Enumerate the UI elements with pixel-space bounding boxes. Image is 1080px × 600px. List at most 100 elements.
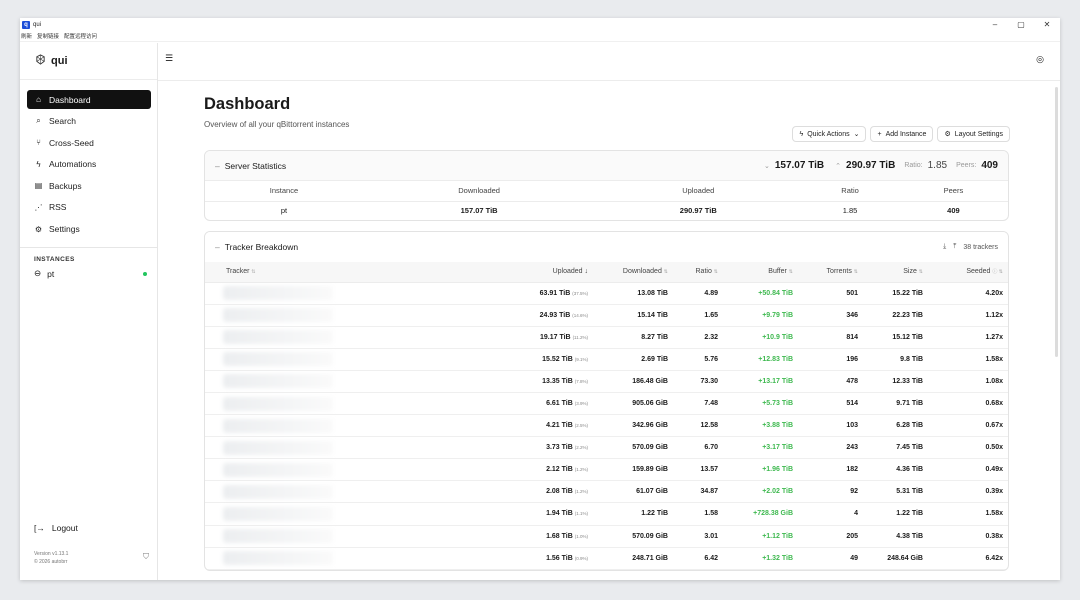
sidebar-item-search[interactable]: ⌕ Search: [27, 112, 151, 131]
menu-toggle-icon[interactable]: ☰: [165, 53, 173, 64]
ratio-label: Ratio:: [904, 162, 923, 169]
cell-uploaded: 1.68 TiB (1.0%): [505, 525, 595, 548]
total-ratio: 1.85: [927, 160, 948, 171]
brand[interactable]: qui: [20, 43, 157, 79]
column-header-buffer[interactable]: Buffer ⇅: [725, 262, 800, 283]
card-title: Server Statistics: [224, 160, 287, 171]
table-row[interactable]: 1.68 TiB (1.0%) 570.09 GiB 3.01 +1.12 TiB 20…: [205, 525, 1008, 548]
table-row[interactable]: 15.52 TiB (9.1%) 2.69 TiB 5.76 +12.83 TiB 19…: [205, 348, 1008, 371]
cell-buffer: +9.79 TiB: [725, 304, 800, 327]
column-header-uploaded[interactable]: Uploaded ↓: [505, 262, 595, 283]
tracker-name-redacted: [205, 282, 505, 305]
cell-seeded: 1.58x: [930, 348, 1008, 371]
column-header: Peers: [898, 181, 1008, 202]
cell-size: 4.38 TiB: [865, 525, 930, 548]
sidebar-item-rss[interactable]: ⋰ RSS: [27, 198, 151, 217]
logo-icon: [35, 54, 46, 68]
download-arrow-icon: ⌄: [763, 162, 770, 170]
cell-buffer: +5.73 TiB: [725, 392, 800, 416]
collapse-icon[interactable]: –: [215, 161, 220, 171]
logout-button[interactable]: [→ Logout: [34, 523, 78, 533]
app-window: q qui – ▢ ✕ 刷新 复制链接 配置远程访问 qui ⌂ Dashboa…: [20, 18, 1060, 580]
table-row[interactable]: 63.91 TiB (37.5%) 13.08 TiB 4.89 +50.84 TiB…: [205, 282, 1008, 305]
version-info: Version v1.13.1 © 2026 autobrr: [34, 550, 68, 566]
cell-torrents: 205: [800, 525, 865, 548]
server-statistics-card: – Server Statistics ⌄ 157.07 TiB ⌃ 290.9…: [204, 150, 1009, 221]
tracker-name-redacted: [205, 436, 505, 460]
theme-palette-icon[interactable]: ◎: [1036, 54, 1044, 65]
cell-buffer: +12.83 TiB: [725, 348, 800, 371]
column-header-torrents[interactable]: Torrents ⇅: [800, 262, 865, 283]
collapse-icon[interactable]: –: [215, 242, 220, 252]
maximize-button[interactable]: ▢: [1008, 18, 1034, 31]
column-header-seeded[interactable]: Seeded ⓘ ⇅: [930, 262, 1008, 283]
brand-name: qui: [51, 55, 68, 67]
sidebar-item-label: Backups: [49, 180, 82, 191]
instances-heading: INSTANCES: [34, 255, 75, 263]
table-row[interactable]: 2.08 TiB (1.2%) 61.07 GiB 34.87 +2.02 TiB 92…: [205, 480, 1008, 504]
cell-downloaded: 15.14 TiB: [595, 304, 675, 327]
table-row[interactable]: 1.56 TiB (0.9%) 248.71 GiB 6.42 +1.32 TiB 49…: [205, 547, 1008, 570]
table-row[interactable]: 13.35 TiB (7.8%) 186.48 GiB 73.30 +13.17 Ti…: [205, 370, 1008, 393]
cell-uploaded-share: (14.6%): [572, 312, 588, 318]
sidebar-item-dashboard[interactable]: ⌂ Dashboard: [27, 90, 151, 109]
minimize-button[interactable]: –: [982, 18, 1008, 31]
cell-buffer: +1.96 TiB: [725, 458, 800, 482]
add-instance-label: Add Instance: [885, 130, 927, 138]
sidebar-item-settings[interactable]: ⚙ Settings: [27, 220, 151, 239]
top-bar: ☰ ◎: [158, 43, 1060, 81]
cell-size: 4.36 TiB: [865, 458, 930, 482]
menu-refresh[interactable]: 刷新: [21, 32, 32, 40]
table-row: pt 157.07 TiB 290.97 TiB 1.85 409: [205, 201, 1008, 220]
table-row[interactable]: 2.12 TiB (1.2%) 159.89 GiB 13.57 +1.96 TiB 1…: [205, 458, 1008, 482]
cell-torrents: 103: [800, 414, 865, 438]
cell-downloaded: 159.89 GiB: [595, 458, 675, 482]
cell-buffer: +728.38 GiB: [725, 502, 800, 526]
cell-ratio: 73.30: [675, 370, 725, 393]
server-icon: ⊖: [34, 268, 42, 279]
dashboard-content: Dashboard Overview of all your qBittorre…: [204, 81, 1010, 571]
sidebar-item-label: RSS: [49, 202, 67, 213]
cell-uploaded: 13.35 TiB (7.8%): [505, 370, 595, 393]
table-row[interactable]: 4.21 TiB (2.5%) 342.96 GiB 12.58 +3.88 TiB 1…: [205, 414, 1008, 438]
tracker-breakdown-header[interactable]: – Tracker Breakdown ⤓ ⤒ 38 trackers: [205, 232, 1008, 262]
table-row[interactable]: 3.73 TiB (2.2%) 570.09 GiB 6.70 +3.17 TiB 24…: [205, 436, 1008, 460]
close-button[interactable]: ✕: [1034, 18, 1060, 31]
download-icon[interactable]: ⤓: [943, 243, 946, 251]
server-statistics-header[interactable]: – Server Statistics ⌄ 157.07 TiB ⌃ 290.9…: [205, 151, 1008, 181]
cell-size: 12.33 TiB: [865, 370, 930, 393]
cell-torrents: 346: [800, 304, 865, 327]
column-header-downloaded[interactable]: Downloaded ⇅: [595, 262, 675, 283]
cell-uploaded-share: (1.0%): [574, 533, 588, 539]
tracker-breakdown-card: – Tracker Breakdown ⤓ ⤒ 38 trackers Trac…: [204, 231, 1009, 571]
cell-torrents: 182: [800, 458, 865, 482]
sidebar-item-instance-pt[interactable]: ⊖ pt: [20, 268, 157, 280]
column-header-tracker[interactable]: Tracker ⇅: [205, 262, 505, 283]
sidebar-item-automations[interactable]: ϟ Automations: [27, 155, 151, 174]
column-header-size[interactable]: Size ⇅: [865, 262, 930, 283]
quick-actions-button[interactable]: ϟ Quick Actions ⌄: [792, 126, 867, 142]
add-instance-button[interactable]: + Add Instance: [870, 126, 934, 142]
instance-name: pt: [47, 268, 55, 279]
layout-settings-button[interactable]: ⚙ Layout Settings: [937, 126, 1010, 142]
update-icon[interactable]: ⛉: [143, 552, 149, 562]
sidebar-item-cross-seed[interactable]: ⑂ Cross-Seed: [27, 133, 151, 152]
menu-remote-access[interactable]: 配置远程访问: [64, 32, 97, 40]
cell-size: 9.71 TiB: [865, 392, 930, 416]
column-header-ratio[interactable]: Ratio ⇅: [675, 262, 725, 283]
table-row[interactable]: 24.93 TiB (14.6%) 15.14 TiB 1.65 +9.79 TiB 3…: [205, 304, 1008, 327]
cell-peers: 409: [947, 206, 960, 216]
cell-seeded: 1.08x: [930, 370, 1008, 393]
table-row[interactable]: 6.61 TiB (3.9%) 905.06 GiB 7.48 +5.73 TiB 51…: [205, 392, 1008, 416]
tracker-name-redacted: [205, 480, 505, 504]
scrollbar[interactable]: [1055, 87, 1058, 357]
upload-icon[interactable]: ⤒: [953, 243, 956, 251]
cell-uploaded: 6.61 TiB (3.9%): [505, 392, 595, 416]
table-row[interactable]: 1.94 TiB (1.1%) 1.22 TiB 1.58 +728.38 GiB 4 1…: [205, 502, 1008, 526]
table-row[interactable]: 19.17 TiB (11.2%) 8.27 TiB 2.32 +10.9 TiB 81…: [205, 326, 1008, 349]
sidebar-item-backups[interactable]: ▤ Backups: [27, 176, 151, 195]
menu-copy-link[interactable]: 复制链接: [37, 32, 59, 40]
cell-buffer: +2.02 TiB: [725, 480, 800, 504]
cell-torrents: 92: [800, 480, 865, 504]
cell-uploaded: 2.12 TiB (1.2%): [505, 458, 595, 482]
